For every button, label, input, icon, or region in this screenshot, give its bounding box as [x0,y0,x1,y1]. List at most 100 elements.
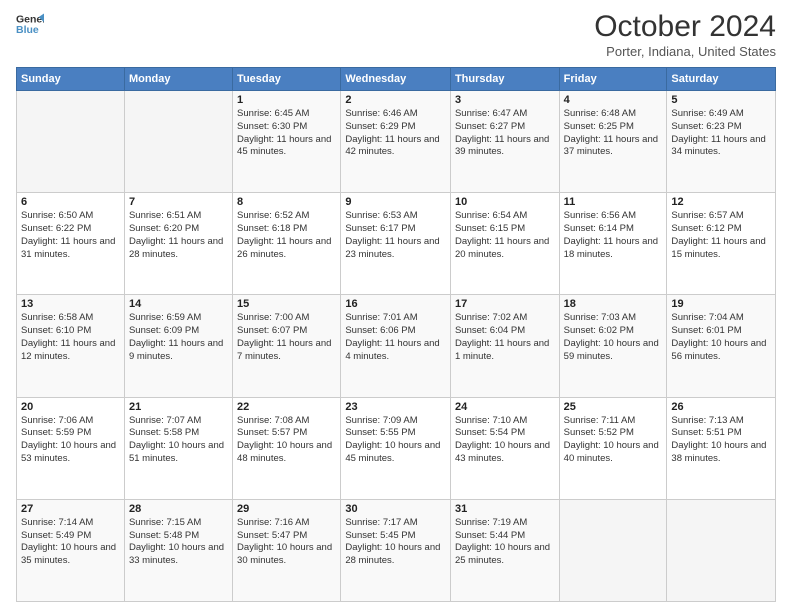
day-info: Sunrise: 7:09 AM Sunset: 5:55 PM Dayligh… [345,415,446,466]
header-row: Sunday Monday Tuesday Wednesday Thursday… [17,68,776,91]
title-block: October 2024 Porter, Indiana, United Sta… [594,10,776,59]
day-number: 29 [237,503,336,515]
day-number: 11 [564,196,663,208]
day-number: 27 [21,503,120,515]
calendar-cell [124,91,232,193]
calendar-cell [17,91,125,193]
day-number: 24 [455,401,555,413]
day-number: 19 [671,298,771,310]
day-number: 17 [455,298,555,310]
day-info: Sunrise: 6:51 AM Sunset: 6:20 PM Dayligh… [129,210,228,261]
calendar-cell: 11 Sunrise: 6:56 AM Sunset: 6:14 PM Dayli… [559,193,667,295]
day-number: 30 [345,503,446,515]
page-subtitle: Porter, Indiana, United States [594,44,776,59]
calendar-cell: 23 Sunrise: 7:09 AM Sunset: 5:55 PM Dayli… [341,397,451,499]
day-info: Sunrise: 7:04 AM Sunset: 6:01 PM Dayligh… [671,312,771,363]
day-number: 23 [345,401,446,413]
day-number: 8 [237,196,336,208]
day-info: Sunrise: 7:11 AM Sunset: 5:52 PM Dayligh… [564,415,663,466]
header-sunday: Sunday [17,68,125,91]
day-info: Sunrise: 7:00 AM Sunset: 6:07 PM Dayligh… [237,312,336,363]
day-info: Sunrise: 6:49 AM Sunset: 6:23 PM Dayligh… [671,108,771,159]
header-tuesday: Tuesday [233,68,341,91]
day-number: 31 [455,503,555,515]
day-info: Sunrise: 7:15 AM Sunset: 5:48 PM Dayligh… [129,517,228,568]
day-info: Sunrise: 7:19 AM Sunset: 5:44 PM Dayligh… [455,517,555,568]
day-number: 9 [345,196,446,208]
day-info: Sunrise: 6:57 AM Sunset: 6:12 PM Dayligh… [671,210,771,261]
day-number: 6 [21,196,120,208]
logo: General Blue [16,10,44,38]
day-number: 15 [237,298,336,310]
calendar-cell: 7 Sunrise: 6:51 AM Sunset: 6:20 PM Daylig… [124,193,232,295]
header-thursday: Thursday [450,68,559,91]
day-number: 4 [564,94,663,106]
page: General Blue October 2024 Porter, Indian… [0,0,792,612]
calendar-cell: 2 Sunrise: 6:46 AM Sunset: 6:29 PM Daylig… [341,91,451,193]
page-title: October 2024 [594,10,776,44]
week-row-2: 6 Sunrise: 6:50 AM Sunset: 6:22 PM Daylig… [17,193,776,295]
day-number: 3 [455,94,555,106]
calendar-cell: 15 Sunrise: 7:00 AM Sunset: 6:07 PM Dayli… [233,295,341,397]
day-info: Sunrise: 6:45 AM Sunset: 6:30 PM Dayligh… [237,108,336,159]
day-info: Sunrise: 7:17 AM Sunset: 5:45 PM Dayligh… [345,517,446,568]
day-info: Sunrise: 6:56 AM Sunset: 6:14 PM Dayligh… [564,210,663,261]
calendar-cell: 8Sunrise: 6:52 AM Sunset: 6:18 PM Daylig… [233,193,341,295]
day-info: Sunrise: 6:46 AM Sunset: 6:29 PM Dayligh… [345,108,446,159]
week-row-1: 1 Sunrise: 6:45 AM Sunset: 6:30 PM Daylig… [17,91,776,193]
day-info: Sunrise: 7:02 AM Sunset: 6:04 PM Dayligh… [455,312,555,363]
day-number: 7 [129,196,228,208]
day-info: Sunrise: 7:06 AM Sunset: 5:59 PM Dayligh… [21,415,120,466]
day-info: Sunrise: 6:50 AM Sunset: 6:22 PM Dayligh… [21,210,120,261]
calendar-cell: 14 Sunrise: 6:59 AM Sunset: 6:09 PM Dayli… [124,295,232,397]
day-number: 2 [345,94,446,106]
day-number: 22 [237,401,336,413]
day-number: 28 [129,503,228,515]
svg-text:Blue: Blue [16,24,39,36]
calendar-cell: 27Sunrise: 7:14 AM Sunset: 5:49 PM Dayli… [17,499,125,601]
logo-icon: General Blue [16,10,44,38]
calendar-cell: 20 Sunrise: 7:06 AM Sunset: 5:59 PM Dayli… [17,397,125,499]
calendar-cell: 12Sunrise: 6:57 AM Sunset: 6:12 PM Dayli… [667,193,776,295]
calendar-cell: 16Sunrise: 7:01 AM Sunset: 6:06 PM Dayli… [341,295,451,397]
calendar-cell: 30 Sunrise: 7:17 AM Sunset: 5:45 PM Dayli… [341,499,451,601]
calendar-cell: 10Sunrise: 6:54 AM Sunset: 6:15 PM Dayli… [450,193,559,295]
calendar-cell [667,499,776,601]
day-number: 18 [564,298,663,310]
day-number: 1 [237,94,336,106]
day-info: Sunrise: 6:48 AM Sunset: 6:25 PM Dayligh… [564,108,663,159]
calendar-cell: 5 Sunrise: 6:49 AM Sunset: 6:23 PM Daylig… [667,91,776,193]
calendar-cell: 22Sunrise: 7:08 AM Sunset: 5:57 PM Dayli… [233,397,341,499]
day-number: 20 [21,401,120,413]
calendar-cell: 25Sunrise: 7:11 AM Sunset: 5:52 PM Dayli… [559,397,667,499]
calendar-cell: 3 Sunrise: 6:47 AM Sunset: 6:27 PM Daylig… [450,91,559,193]
week-row-3: 13Sunrise: 6:58 AM Sunset: 6:10 PM Dayli… [17,295,776,397]
day-info: Sunrise: 7:07 AM Sunset: 5:58 PM Dayligh… [129,415,228,466]
day-number: 26 [671,401,771,413]
calendar-table: Sunday Monday Tuesday Wednesday Thursday… [16,67,776,602]
header-wednesday: Wednesday [341,68,451,91]
day-number: 5 [671,94,771,106]
day-info: Sunrise: 6:53 AM Sunset: 6:17 PM Dayligh… [345,210,446,261]
week-row-5: 27Sunrise: 7:14 AM Sunset: 5:49 PM Dayli… [17,499,776,601]
day-number: 13 [21,298,120,310]
header-monday: Monday [124,68,232,91]
calendar-cell: 13Sunrise: 6:58 AM Sunset: 6:10 PM Dayli… [17,295,125,397]
calendar-cell: 18 Sunrise: 7:03 AM Sunset: 6:02 PM Dayli… [559,295,667,397]
calendar-cell: 6 Sunrise: 6:50 AM Sunset: 6:22 PM Daylig… [17,193,125,295]
day-info: Sunrise: 6:47 AM Sunset: 6:27 PM Dayligh… [455,108,555,159]
day-info: Sunrise: 7:13 AM Sunset: 5:51 PM Dayligh… [671,415,771,466]
day-info: Sunrise: 7:03 AM Sunset: 6:02 PM Dayligh… [564,312,663,363]
calendar-cell: 4 Sunrise: 6:48 AM Sunset: 6:25 PM Daylig… [559,91,667,193]
calendar-cell: 28 Sunrise: 7:15 AM Sunset: 5:48 PM Dayli… [124,499,232,601]
calendar-header: Sunday Monday Tuesday Wednesday Thursday… [17,68,776,91]
calendar-cell: 24 Sunrise: 7:10 AM Sunset: 5:54 PM Dayli… [450,397,559,499]
header-saturday: Saturday [667,68,776,91]
day-number: 21 [129,401,228,413]
calendar-cell: 31 Sunrise: 7:19 AM Sunset: 5:44 PM Dayli… [450,499,559,601]
calendar-cell: 9 Sunrise: 6:53 AM Sunset: 6:17 PM Daylig… [341,193,451,295]
day-number: 16 [345,298,446,310]
day-info: Sunrise: 7:10 AM Sunset: 5:54 PM Dayligh… [455,415,555,466]
day-info: Sunrise: 6:59 AM Sunset: 6:09 PM Dayligh… [129,312,228,363]
day-number: 14 [129,298,228,310]
